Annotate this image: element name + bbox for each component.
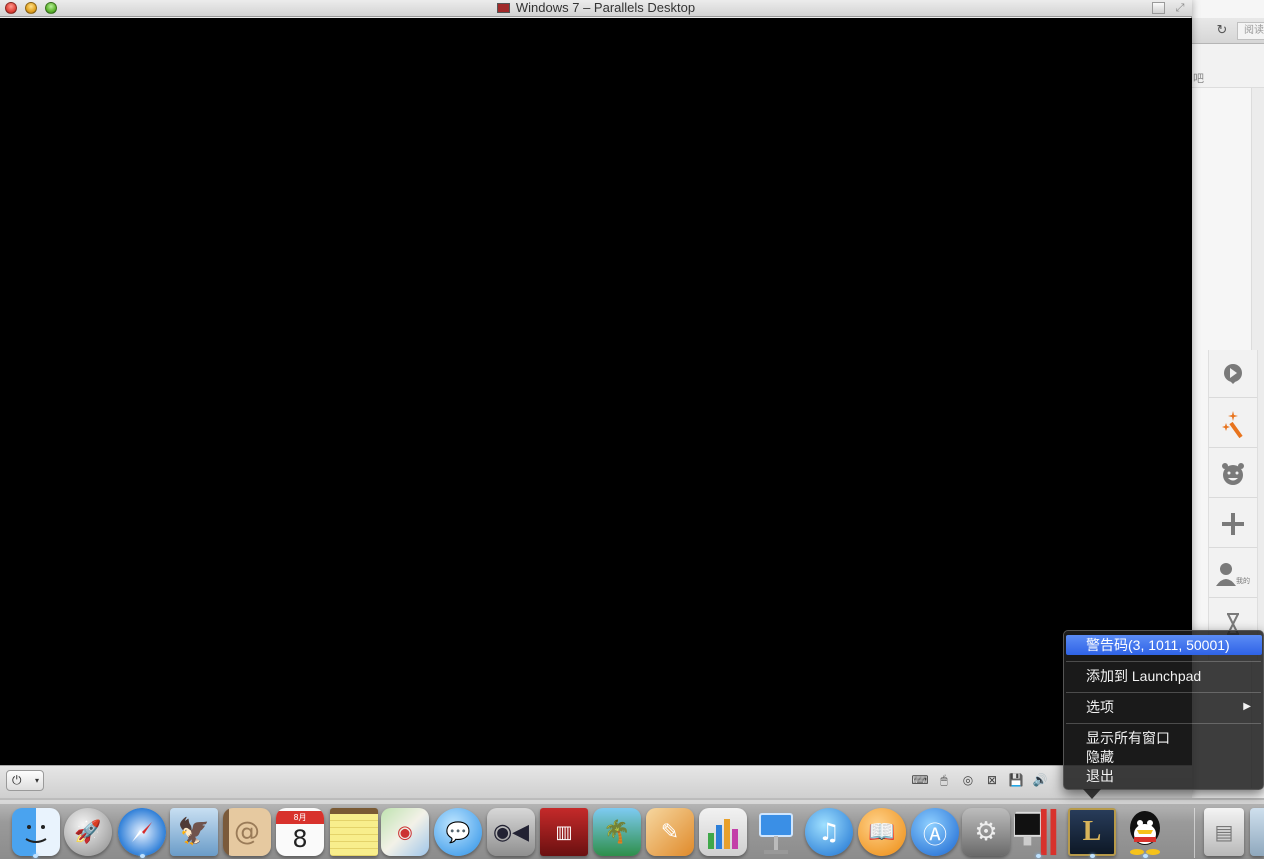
itunes-icon[interactable]: ♫ <box>805 808 853 856</box>
speaker-icon[interactable]: 🔊 <box>1028 771 1052 789</box>
maps-icon[interactable]: ◉ <box>381 808 429 856</box>
launchpad-icon[interactable]: 🚀 <box>64 808 112 856</box>
network-icon[interactable]: ⊠ <box>980 771 1004 789</box>
magic-wand-button[interactable] <box>1209 400 1257 448</box>
mouse-icon[interactable]: 🖱 <box>932 771 956 789</box>
vm-status-bar: ⏻ ▾ ⌨ 🖱 ◎ ⊠ 💾 🔊 <box>0 765 1192 798</box>
menu-separator <box>1066 692 1261 693</box>
parallels-desktop-icon[interactable] <box>1014 808 1062 856</box>
menu-item-warning-code[interactable]: 警告码(3, 1011, 50001) <box>1066 635 1262 655</box>
dock-separator <box>1194 808 1195 858</box>
refresh-icon[interactable]: ↻ <box>1213 22 1231 40</box>
messages-icon[interactable]: 💬 <box>434 808 482 856</box>
chevron-down-icon: ▾ <box>34 776 39 785</box>
running-indicator <box>33 854 38 858</box>
calendar-month: 8月 <box>276 810 324 824</box>
read-tab[interactable]: 阅读 <box>1237 22 1264 40</box>
menu-item-options[interactable]: 选项 ▶ <box>1064 698 1263 716</box>
documents-stack-icon[interactable]: ▤ <box>1204 808 1244 856</box>
app-store-icon[interactable]: Ⓐ <box>911 808 959 856</box>
safari-icon[interactable] <box>118 808 166 856</box>
parallels-window: Windows 7 – Parallels Desktop ⤢ ⏻ ▾ ⌨ 🖱 … <box>0 0 1192 798</box>
window-title: Windows 7 – Parallels Desktop <box>515 0 696 15</box>
menu-pointer <box>1083 789 1101 799</box>
keyboard-icon[interactable]: ⌨ <box>908 771 932 789</box>
calendar-day: 8 <box>292 824 308 853</box>
cd-icon[interactable]: ◎ <box>956 771 980 789</box>
options-label: 选项 <box>1086 699 1114 715</box>
notes-icon[interactable] <box>330 808 378 856</box>
running-indicator <box>1143 854 1148 858</box>
emoji-button[interactable] <box>1209 450 1257 498</box>
keynote-icon[interactable] <box>752 808 800 856</box>
menu-separator <box>1066 723 1261 724</box>
title-bar[interactable]: Windows 7 – Parallels Desktop ⤢ <box>0 0 1192 17</box>
mail-icon[interactable]: 🦅 <box>170 808 218 856</box>
contacts-icon[interactable]: @ <box>223 808 271 856</box>
qq-icon[interactable] <box>1121 808 1169 856</box>
numbers-icon[interactable] <box>699 808 747 856</box>
my-account-button[interactable]: 我的 <box>1209 550 1257 598</box>
menu-separator <box>1066 661 1261 662</box>
magic-wand-icon <box>1222 410 1243 438</box>
trash-icon[interactable] <box>1250 808 1264 856</box>
system-preferences-icon[interactable]: ⚙ <box>962 808 1010 856</box>
device-icons: ⌨ 🖱 ◎ ⊠ 💾 🔊 <box>908 771 1052 789</box>
dock-context-menu: 警告码(3, 1011, 50001) 添加到 Launchpad 选项 ▶ 显… <box>1063 630 1264 790</box>
play-location-icon <box>1224 363 1242 384</box>
person-label: 我的 <box>1236 576 1250 585</box>
menu-item-hide[interactable]: 隐藏 <box>1064 748 1263 766</box>
league-of-legends-icon[interactable]: L <box>1068 808 1116 856</box>
play-location-button[interactable] <box>1209 350 1257 398</box>
floppy-icon[interactable]: 💾 <box>1004 771 1028 789</box>
menu-item-show-all-windows[interactable]: 显示所有窗口 <box>1064 729 1263 747</box>
photo-booth-icon[interactable]: ▥ <box>540 808 588 856</box>
finder-icon[interactable] <box>12 808 60 856</box>
vm-icon <box>496 3 510 13</box>
dock-shelf <box>0 800 1264 804</box>
bear-face-icon <box>1222 462 1244 485</box>
coherence-button[interactable] <box>1152 2 1165 14</box>
calendar-icon[interactable]: 8月 8 <box>276 808 324 856</box>
running-indicator <box>1090 854 1095 858</box>
page-side-toolbar: 我的 <box>1208 350 1258 660</box>
menu-item-quit[interactable]: 退出 <box>1064 767 1263 785</box>
power-icon: ⏻ <box>12 773 22 787</box>
facetime-icon[interactable]: ◉◀ <box>487 808 535 856</box>
running-indicator <box>1036 854 1041 858</box>
fullscreen-icon[interactable]: ⤢ <box>1173 1 1187 15</box>
vm-screen[interactable] <box>0 18 1192 765</box>
running-indicator <box>140 854 145 858</box>
menu-item-add-to-launchpad[interactable]: 添加到 Launchpad <box>1064 667 1263 685</box>
submenu-arrow-icon: ▶ <box>1243 701 1251 712</box>
bar-label: 吧 <box>1193 73 1204 85</box>
plus-icon <box>1222 512 1244 535</box>
add-button[interactable] <box>1209 500 1257 548</box>
iphoto-icon[interactable]: 🌴 <box>593 808 641 856</box>
power-button[interactable]: ⏻ ▾ <box>6 770 44 791</box>
pages-icon[interactable]: ✎ <box>646 808 694 856</box>
ibooks-icon[interactable]: 📖 <box>858 808 906 856</box>
